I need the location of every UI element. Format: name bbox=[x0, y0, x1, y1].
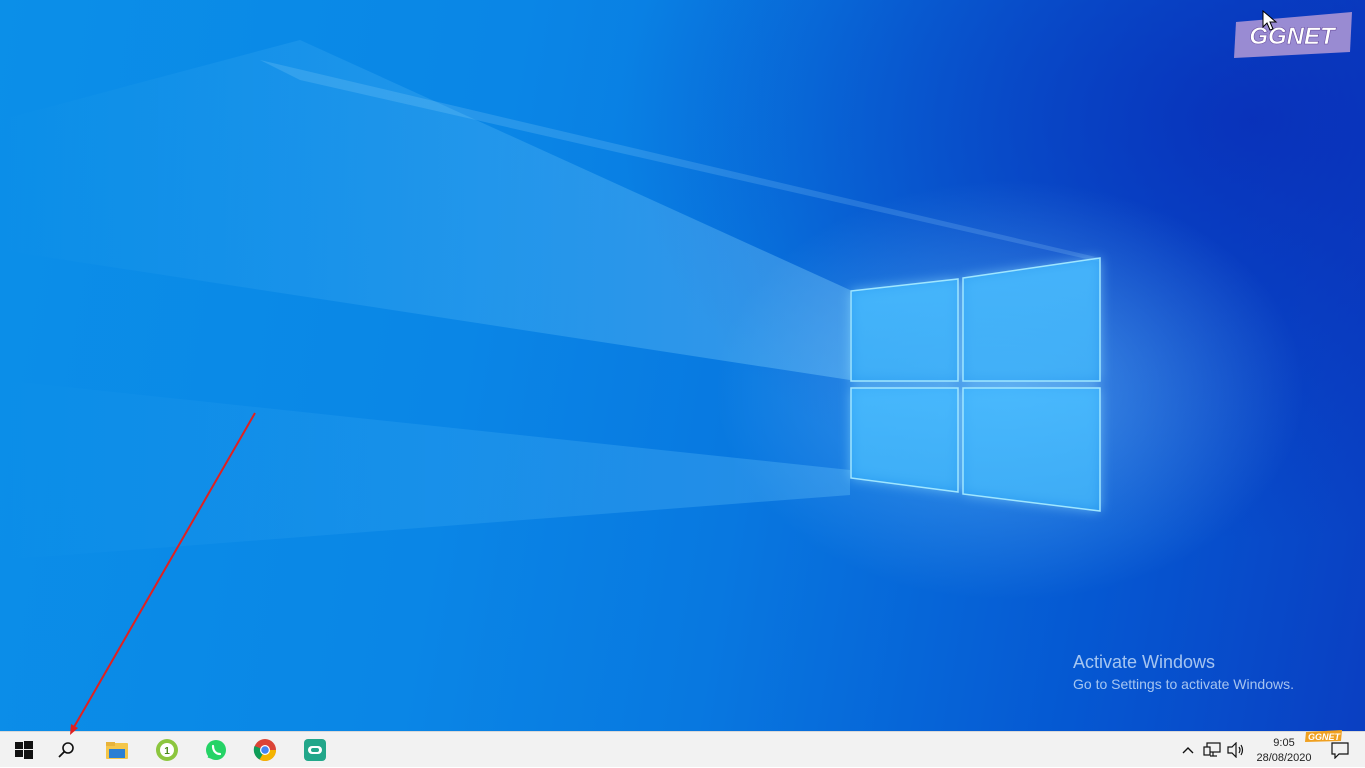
activate-windows-title: Activate Windows bbox=[1073, 652, 1216, 672]
show-hidden-icons-button[interactable] bbox=[1178, 732, 1198, 768]
start-button[interactable] bbox=[0, 732, 48, 768]
whatsapp-icon bbox=[206, 740, 226, 760]
activate-windows-subtitle: Go to Settings to activate Windows. bbox=[1073, 676, 1294, 692]
network-icon bbox=[1203, 742, 1221, 757]
chrome-button[interactable] bbox=[241, 732, 289, 768]
network-button[interactable] bbox=[1201, 732, 1223, 768]
desktop[interactable]: Activate Windows Go to Settings to activ… bbox=[0, 0, 1365, 731]
chevron-up-icon bbox=[1182, 747, 1194, 754]
taskbar: 1 9:05 28/08/2020 bbox=[0, 731, 1365, 767]
clock-date: 28/08/2020 bbox=[1256, 752, 1312, 764]
folder-icon bbox=[106, 742, 128, 759]
activate-windows-watermark: Activate Windows Go to Settings to activ… bbox=[1073, 650, 1294, 694]
ggnet-logo: GGNET bbox=[1234, 12, 1352, 58]
svg-text:1: 1 bbox=[164, 746, 170, 757]
volume-button[interactable] bbox=[1225, 732, 1247, 768]
windows-icon bbox=[15, 741, 33, 759]
mouse-cursor-icon bbox=[1262, 10, 1278, 31]
app-teal-button[interactable] bbox=[291, 732, 339, 768]
notification-icon bbox=[1331, 742, 1349, 759]
teal-app-icon bbox=[304, 739, 326, 761]
search-icon bbox=[58, 742, 74, 758]
windows-logo-wallpaper bbox=[850, 257, 1101, 512]
ggnet-badge-logo: GGNET bbox=[1305, 730, 1342, 742]
svg-text:GGNET: GGNET bbox=[1308, 732, 1342, 742]
whatsapp-button[interactable] bbox=[192, 732, 240, 768]
app-green-button[interactable]: 1 bbox=[143, 732, 191, 768]
volume-icon bbox=[1227, 742, 1244, 758]
green-circle-icon: 1 bbox=[156, 739, 178, 761]
search-button[interactable] bbox=[42, 732, 90, 768]
chrome-icon bbox=[253, 739, 276, 761]
file-explorer-button[interactable] bbox=[93, 732, 141, 768]
